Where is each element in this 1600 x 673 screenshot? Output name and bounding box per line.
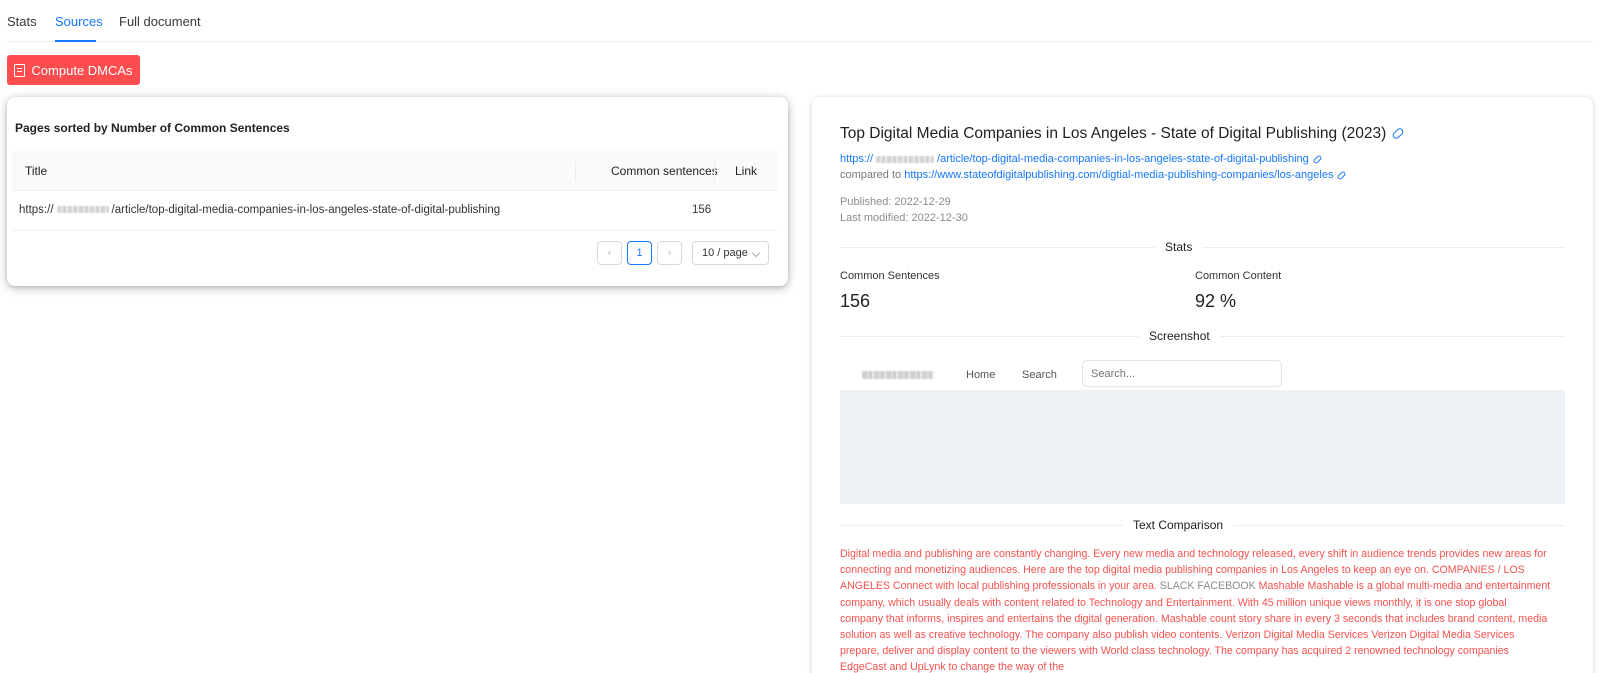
matched-text: Mashable Mashable is a global multi-medi… (840, 580, 1551, 673)
row-title-suffix: /article/top-digital-media-companies-in-… (111, 204, 501, 216)
column-divider (575, 161, 576, 181)
active-tab-indicator (55, 40, 96, 42)
redacted-logo (862, 371, 934, 379)
link-icon[interactable] (1391, 127, 1405, 141)
stats-divider (840, 247, 1565, 248)
screenshot-heading: Screenshot (1139, 329, 1220, 343)
stats-heading: Stats (1155, 240, 1203, 254)
redacted-domain (876, 155, 935, 163)
sources-card: Pages sorted by Number of Common Sentenc… (7, 97, 788, 286)
source-url-suffix: /article/top-digital-media-companies-in-… (937, 153, 1309, 165)
compared-url-link[interactable]: https://www.stateofdigitalpublishing.com… (904, 169, 1333, 181)
pagination-prev-button[interactable]: ‹ (597, 241, 622, 265)
detail-title[interactable]: Top Digital Media Companies in Los Angel… (840, 125, 1405, 143)
compared-url-line: compared to https://www.stateofdigitalpu… (840, 169, 1347, 181)
row-title-prefix: https:// (19, 204, 54, 216)
pagination-page-1[interactable]: 1 (627, 241, 652, 265)
column-divider (714, 161, 715, 181)
source-url-prefix: https:// (840, 153, 874, 165)
unmatched-text: SLACK FACEBOOK (1159, 580, 1256, 593)
chevron-down-icon (751, 248, 761, 258)
tab-stats[interactable]: Stats (7, 14, 37, 29)
common-sentences-label: Common Sentences (840, 270, 940, 282)
common-content-label: Common Content (1195, 270, 1282, 282)
compared-to-label: compared to (840, 169, 902, 181)
screenshot-body (840, 390, 1565, 504)
common-sentences-value: 156 (840, 291, 871, 311)
redacted-domain (56, 206, 109, 214)
row-title: https:// /article/top-digital-media-compa… (19, 204, 500, 216)
compute-dmcas-label: Compute DMCAs (31, 62, 133, 78)
report-icon (14, 63, 26, 77)
sources-table-title: Pages sorted by Number of Common Sentenc… (15, 121, 290, 135)
page-size-select[interactable]: 10 / page (692, 241, 769, 265)
screenshot-search-input[interactable] (1082, 360, 1282, 387)
compute-dmcas-button[interactable]: Compute DMCAs (7, 55, 140, 85)
source-detail-card: Top Digital Media Companies in Los Angel… (812, 97, 1593, 673)
detail-title-text: Top Digital Media Companies in Los Angel… (840, 125, 1387, 142)
text-comparison-body: Digital media and publishing are constan… (840, 546, 1552, 673)
link-icon[interactable] (1337, 170, 1347, 181)
screenshot-nav-home[interactable]: Home (966, 369, 995, 381)
text-comparison-heading: Text Comparison (1123, 518, 1234, 532)
screenshot-nav: Home Search (840, 360, 1565, 390)
link-icon[interactable] (1312, 154, 1323, 165)
last-modified-date: Last modified: 2022-12-30 (840, 212, 968, 224)
column-title: Title (25, 164, 48, 178)
table-row[interactable]: https:// /article/top-digital-media-compa… (12, 191, 778, 231)
table-header: Title Common sentences Link (12, 151, 778, 191)
row-common-sentences: 156 (692, 204, 712, 216)
published-date: Published: 2022-12-29 (840, 196, 951, 208)
common-content-value: 92 % (1195, 291, 1237, 311)
page-size-value: 10 / page (702, 247, 748, 259)
source-url-line: https:// /article/top-digital-media-compa… (840, 153, 1323, 165)
column-link: Link (735, 164, 758, 178)
source-url-link[interactable]: https:// /article/top-digital-media-compa… (840, 153, 1309, 165)
column-common-sentences: Common sentences (611, 164, 718, 178)
tab-bar: Stats Sources Full document (7, 0, 1593, 42)
pagination-next-button[interactable]: › (657, 241, 682, 265)
tab-sources[interactable]: Sources (55, 14, 103, 29)
screenshot-nav-search[interactable]: Search (1022, 369, 1057, 381)
tab-full-document[interactable]: Full document (119, 14, 201, 29)
